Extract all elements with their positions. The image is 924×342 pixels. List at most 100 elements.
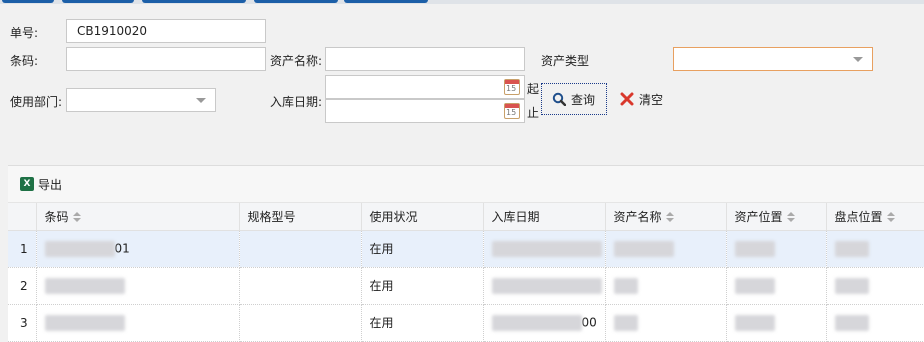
cell-date [483, 267, 606, 305]
calendar-icon[interactable]: 15 [504, 103, 520, 119]
cell-check-location [826, 304, 924, 342]
column-header-label: 资产名称 [613, 209, 662, 224]
order-no-field[interactable]: CB1910020 [66, 19, 266, 43]
date-from-suffix: 起 [527, 82, 540, 96]
asset-grid: X 导出 条码 规格型号 使用状况 入库日期 资产名称 资产位置 盘点位置 1 … [8, 165, 924, 342]
redacted-value [613, 277, 638, 294]
cell-barcode-tail: 01 [114, 241, 130, 255]
tab-4-active[interactable] [254, 0, 338, 3]
search-button[interactable]: 查询 [541, 83, 607, 115]
chevron-down-icon[interactable] [196, 98, 206, 103]
barcode-label: 条码: [10, 54, 39, 68]
cell-spec [239, 230, 362, 268]
cell-barcode: 01 [36, 230, 240, 268]
grid-toolbar: X 导出 [8, 166, 924, 203]
redacted-value [734, 240, 775, 257]
cell-barcode [36, 267, 240, 305]
redacted-value [44, 277, 125, 294]
redacted-value [834, 314, 869, 331]
asset-name-field[interactable] [325, 47, 525, 71]
clear-button-label: 清空 [639, 92, 664, 107]
column-header-status[interactable]: 使用状况 [361, 203, 484, 231]
cell-spec [239, 304, 362, 342]
cell-barcode [36, 304, 240, 342]
dept-select[interactable] [66, 88, 216, 112]
cell-date-tail: 00 [581, 315, 597, 329]
redacted-value [491, 314, 582, 331]
row-number-header [8, 203, 37, 231]
column-header-barcode[interactable]: 条码 [36, 203, 240, 231]
date-from-field[interactable] [325, 75, 525, 99]
cell-location [726, 304, 827, 342]
row-number: 2 [8, 267, 37, 305]
column-header-location[interactable]: 资产位置 [726, 203, 827, 231]
data-table: 条码 规格型号 使用状况 入库日期 资产名称 资产位置 盘点位置 1 01 在用 [8, 203, 924, 342]
chevron-down-icon[interactable] [853, 57, 863, 62]
cell-asset-name [605, 267, 727, 305]
calendar-day-text: 15 [506, 84, 517, 93]
asset-name-label: 资产名称: [270, 54, 323, 68]
stock-date-label: 入库日期: [270, 95, 323, 109]
cell-date: 00 [483, 304, 606, 342]
column-header-check-location[interactable]: 盘点位置 [826, 203, 924, 231]
redacted-value [734, 277, 775, 294]
calendar-icon[interactable]: 15 [504, 79, 520, 95]
row-number: 1 [8, 230, 37, 268]
cell-location [726, 230, 827, 268]
asset-type-label: 资产类型 [541, 54, 590, 68]
clear-button[interactable]: 清空 [610, 83, 676, 115]
cell-date [483, 230, 606, 268]
calendar-day-text: 15 [506, 108, 517, 117]
redacted-value [613, 240, 674, 257]
redacted-value [491, 277, 602, 294]
column-header-date[interactable]: 入库日期 [483, 203, 606, 231]
redacted-value [834, 277, 869, 294]
table-row[interactable]: 2 在用 [8, 267, 924, 305]
barcode-field[interactable] [66, 47, 266, 71]
table-header-row: 条码 规格型号 使用状况 入库日期 资产名称 资产位置 盘点位置 [8, 203, 924, 231]
tab-3[interactable] [142, 0, 246, 3]
redacted-value [613, 314, 638, 331]
cell-status: 在用 [361, 267, 484, 305]
column-header-label: 规格型号 [247, 209, 296, 224]
cell-status: 在用 [361, 230, 484, 268]
cell-check-location [826, 267, 924, 305]
column-header-label: 盘点位置 [834, 209, 883, 224]
redacted-value [44, 240, 115, 257]
redacted-value [491, 240, 602, 257]
redacted-value [734, 314, 775, 331]
cell-check-location [826, 230, 924, 268]
tab-2[interactable] [62, 0, 134, 3]
export-button[interactable]: X 导出 [20, 176, 62, 193]
date-to-suffix: 止 [527, 106, 540, 120]
column-header-spec[interactable]: 规格型号 [239, 203, 362, 231]
order-no-label: 单号: [10, 26, 39, 40]
column-header-label: 使用状况 [369, 209, 418, 224]
redacted-value [44, 314, 125, 331]
sort-icon[interactable] [72, 212, 81, 223]
close-icon [620, 92, 634, 106]
top-tab-strip [0, 0, 924, 4]
table-row[interactable]: 3 在用 00 [8, 304, 924, 342]
column-header-label: 入库日期 [491, 209, 540, 224]
row-number: 3 [8, 304, 37, 342]
sort-icon[interactable] [665, 212, 674, 223]
sort-icon[interactable] [786, 212, 795, 223]
cell-asset-name [605, 230, 727, 268]
column-header-asset-name[interactable]: 资产名称 [605, 203, 727, 231]
tab-5[interactable] [344, 0, 428, 3]
tab-1[interactable] [2, 0, 54, 3]
sort-icon[interactable] [886, 212, 895, 223]
search-icon [552, 92, 566, 106]
table-row[interactable]: 1 01 在用 [8, 230, 924, 268]
redacted-value [834, 240, 869, 257]
column-header-label: 资产位置 [734, 209, 783, 224]
export-button-label: 导出 [38, 177, 63, 192]
dept-label: 使用部门: [10, 95, 63, 109]
asset-type-select[interactable] [673, 47, 873, 71]
excel-icon: X [20, 177, 34, 191]
date-to-field[interactable] [325, 99, 525, 123]
cell-location [726, 267, 827, 305]
cell-status: 在用 [361, 304, 484, 342]
cell-spec [239, 267, 362, 305]
